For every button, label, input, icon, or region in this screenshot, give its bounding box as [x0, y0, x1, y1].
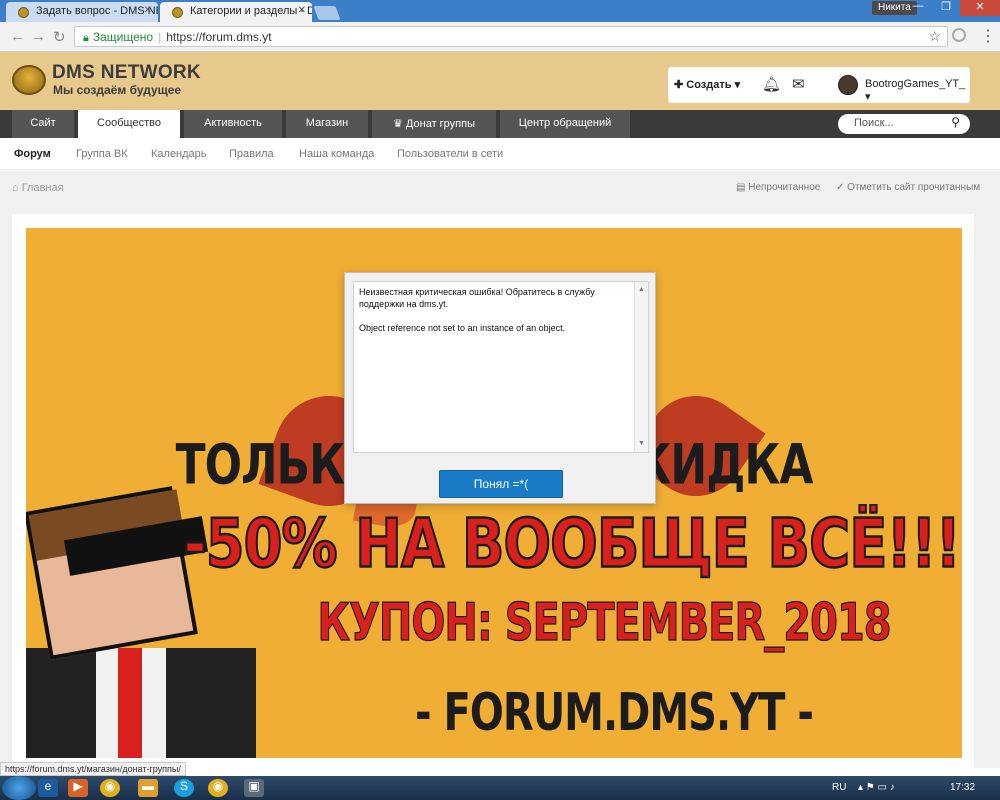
- browser-toolbar: ← → ↻ 🔒︎ Защищено | https://forum.dms.yt ☆: [0, 22, 1000, 52]
- error-message-en: Object reference not set to an instance …: [359, 323, 566, 333]
- crown-icon: ♛: [393, 118, 406, 130]
- maximize-icon[interactable]: ❐: [932, 0, 960, 16]
- nav-tab-site[interactable]: Сайт: [12, 110, 74, 138]
- sub-nav-forum[interactable]: Форум: [14, 148, 51, 160]
- close-tab-icon[interactable]: ✕: [144, 5, 152, 16]
- scroll-down-icon[interactable]: ▼: [638, 438, 645, 450]
- reload-icon[interactable]: ↻: [53, 28, 66, 46]
- create-label: Создать: [686, 79, 732, 91]
- clock[interactable]: 17:32: [950, 782, 975, 793]
- window-close-icon[interactable]: ✕: [960, 0, 1000, 16]
- breadcrumb-home: Главная: [21, 182, 64, 194]
- home-icon: ⌂: [12, 182, 22, 194]
- dms-favicon-icon: [172, 7, 183, 18]
- mark-read-label: Отметить сайт прочитанным: [847, 182, 981, 193]
- minimize-icon[interactable]: —: [904, 0, 932, 16]
- site-brand[interactable]: DMS NETWORK: [52, 62, 201, 84]
- scroll-up-icon[interactable]: ▲: [638, 284, 645, 296]
- banner-line-4: - FORUM.DMS.YT -: [415, 683, 814, 743]
- new-tab-button[interactable]: [313, 6, 341, 20]
- windows-taskbar: e ▶ ◉ ▬ S ◉ ▣ RU ▴ ⚑ ▭ ♪ 17:32: [0, 776, 1000, 800]
- check-icon: ✓: [836, 182, 848, 193]
- acknowledge-button[interactable]: Понял =*(: [439, 470, 563, 498]
- back-arrow-icon[interactable]: ←: [10, 28, 25, 45]
- skype-icon[interactable]: S: [174, 779, 194, 797]
- sub-nav-calendar[interactable]: Календарь: [151, 148, 207, 160]
- mail-icon[interactable]: ✉: [792, 75, 805, 93]
- dms-logo-icon[interactable]: [12, 65, 46, 95]
- address-bar[interactable]: 🔒︎ Защищено | https://forum.dms.yt ☆: [74, 26, 948, 47]
- username-text: BootrogGames_YT_: [865, 78, 966, 90]
- avatar[interactable]: [838, 75, 858, 95]
- nav-tab-support-center[interactable]: Центр обращений: [500, 110, 630, 138]
- browser-tab-categories[interactable]: Категории и разделы - D ✕: [160, 2, 312, 22]
- error-message-box[interactable]: Неизвестная критическая ошибка! Обратите…: [353, 281, 649, 453]
- create-button[interactable]: ✚ Создать ▾: [674, 78, 740, 91]
- sub-nav-our-team[interactable]: Наша команда: [299, 148, 374, 160]
- nav-tab-donate-groups[interactable]: ♛ Донат группы: [372, 110, 496, 138]
- unread-label: Непрочитанное: [748, 182, 821, 193]
- user-bar: ✚ Создать ▾ 🔔︎ ✉ BootrogGames_YT_ ▾: [668, 67, 970, 103]
- chrome-icon-2[interactable]: ◉: [208, 779, 228, 797]
- banner-line-3: КУПОН: SEPTEMBER_2018: [317, 592, 892, 653]
- ie-icon[interactable]: e: [38, 779, 58, 797]
- windows-start-icon[interactable]: [2, 776, 36, 800]
- breadcrumb[interactable]: ⌂ Главная: [12, 182, 64, 194]
- dms-favicon-icon: [18, 7, 29, 18]
- close-tab-icon[interactable]: ✕: [298, 5, 306, 16]
- browser-tab-title: Категории и разделы - D: [190, 5, 312, 17]
- folder-icon[interactable]: ▬: [138, 779, 158, 797]
- sub-nav-vk-group[interactable]: Группа ВК: [76, 148, 128, 160]
- nav-tab-activity[interactable]: Активность: [184, 110, 282, 138]
- chrome-icon[interactable]: ◉: [100, 779, 120, 797]
- nav-tab-community[interactable]: Сообщество: [78, 110, 180, 139]
- browser-tab-title: Задать вопрос - DMS NE: [36, 5, 158, 17]
- search-icon[interactable]: ⚲: [951, 115, 960, 129]
- secure-label: Защищено: [92, 30, 154, 44]
- site-tagline: Мы создаём будущее: [53, 83, 182, 97]
- sub-nav-rules[interactable]: Правила: [229, 148, 274, 160]
- forward-arrow-icon[interactable]: →: [31, 28, 46, 45]
- search-placeholder: Поиск...: [854, 117, 894, 129]
- browser-tab-strip: Задать вопрос - DMS NE ✕ Категории и раз…: [0, 0, 1000, 22]
- search-input[interactable]: Поиск... ⚲: [838, 114, 970, 134]
- nav-tab-shop[interactable]: Магазин: [286, 110, 368, 138]
- link-status-bar: https://forum.dms.yt/магазин/донат-групп…: [0, 762, 186, 776]
- tray-icons[interactable]: ▴ ⚑ ▭ ♪: [858, 782, 895, 793]
- browser-tab-ask-question[interactable]: Задать вопрос - DMS NE ✕: [6, 2, 158, 22]
- mark-read-link[interactable]: ✓ Отметить сайт прочитанным: [836, 182, 980, 193]
- unread-icon: ▤: [736, 182, 749, 193]
- media-player-icon[interactable]: ▶: [68, 779, 88, 797]
- lock-icon: 🔒︎: [83, 32, 89, 44]
- browser-menu-icon[interactable]: ⋮: [980, 26, 996, 46]
- sub-nav: Форум Группа ВК Календарь Правила Наша к…: [0, 138, 1000, 170]
- keyboard-language[interactable]: RU: [832, 782, 846, 793]
- unread-link[interactable]: ▤ Непрочитанное: [736, 182, 820, 193]
- address-separator: |: [158, 30, 162, 44]
- message-scrollbar[interactable]: ▲ ▼: [634, 282, 648, 452]
- minecraft-launcher-icon[interactable]: ▣: [244, 779, 264, 797]
- url-text: https://forum.dms.yt: [166, 30, 272, 44]
- banner-line-2: -50% НА ВООБЩЕ ВСЁ!!!!: [182, 504, 962, 584]
- bell-icon[interactable]: 🔔︎: [762, 75, 781, 93]
- error-dialog: Неизвестная критическая ошибка! Обратите…: [344, 272, 656, 504]
- username-menu[interactable]: BootrogGames_YT_ ▾: [865, 78, 970, 103]
- extension-icon[interactable]: [952, 28, 966, 42]
- bookmark-star-icon[interactable]: ☆: [928, 28, 941, 45]
- nav-tab-label: Донат группы: [405, 118, 475, 130]
- sub-nav-online-users[interactable]: Пользователи в сети: [397, 148, 503, 160]
- error-message-ru: Неизвестная критическая ошибка! Обратите…: [359, 287, 595, 309]
- character-tie: [118, 648, 142, 758]
